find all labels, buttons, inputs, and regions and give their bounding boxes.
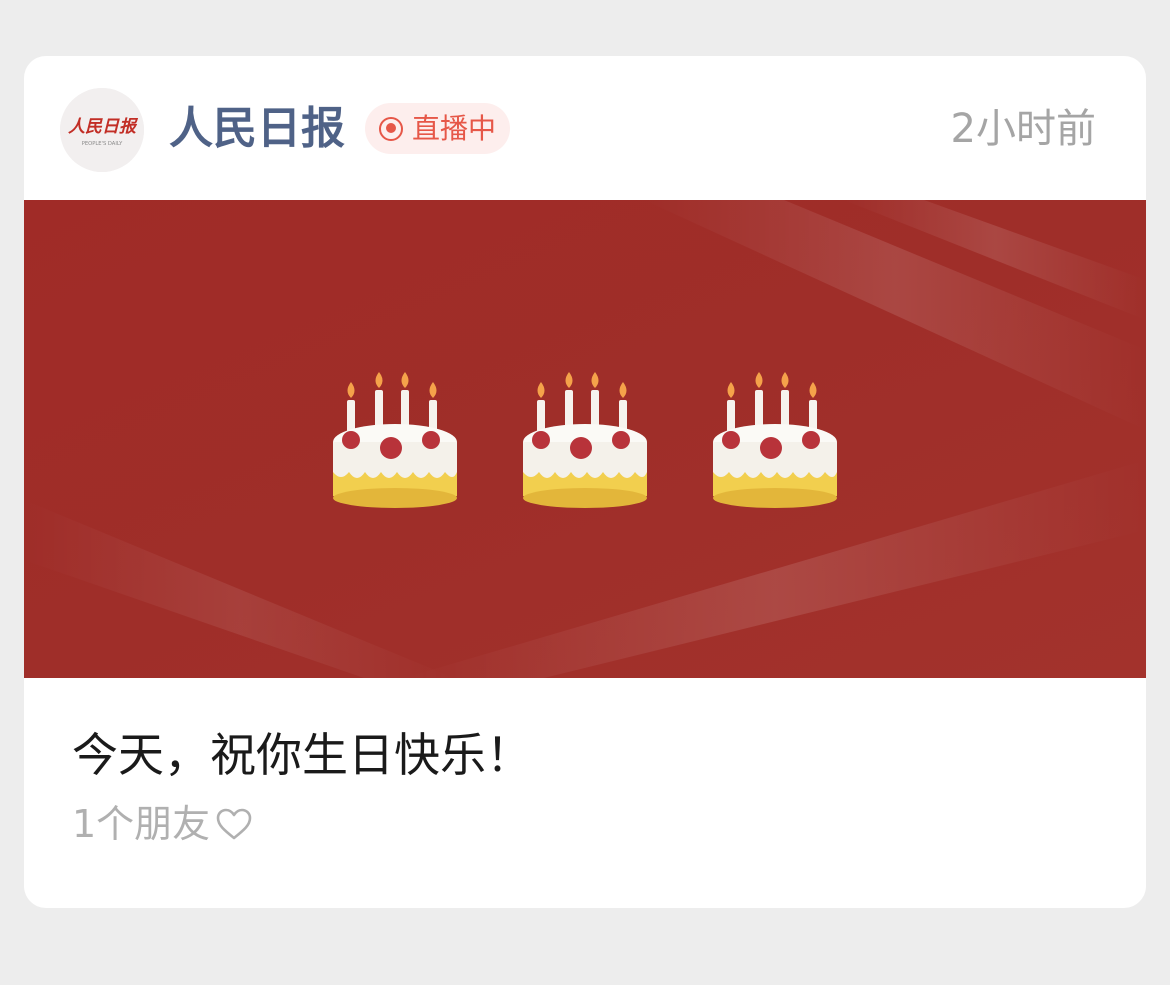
cake-row <box>24 360 1146 520</box>
account-name[interactable]: 人民日报 <box>169 98 345 160</box>
post-cover-image[interactable] <box>24 200 1146 678</box>
post-timestamp: 2小时前 <box>950 106 1096 152</box>
post-title[interactable]: 今天，祝你生日快乐！ <box>72 722 532 788</box>
friends-count-label: 1个朋友 <box>72 802 211 846</box>
live-record-icon <box>379 116 403 141</box>
svg-text:PEOPLE'S DAILY: PEOPLE'S DAILY <box>82 141 123 147</box>
post-header: 人民日报 PEOPLE'S DAILY 人民日报 直播中 2小时前 <box>24 56 1146 200</box>
peoples-daily-logo: 人民日报 PEOPLE'S DAILY <box>60 88 144 172</box>
live-status-badge[interactable]: 直播中 <box>365 103 511 154</box>
heart-outline-icon <box>214 804 254 844</box>
avatar[interactable]: 人民日报 PEOPLE'S DAILY <box>60 88 144 172</box>
svg-text:人民日报: 人民日报 <box>68 117 139 137</box>
live-status-label: 直播中 <box>412 111 497 145</box>
friends-liked-row[interactable]: 1个朋友 <box>72 797 254 851</box>
birthday-cake-icon <box>325 360 465 520</box>
birthday-cake-icon <box>515 360 655 520</box>
birthday-cake-icon <box>705 360 845 520</box>
live-post-card[interactable]: 人民日报 PEOPLE'S DAILY 人民日报 直播中 2小时前 今天，祝你生… <box>24 56 1146 908</box>
